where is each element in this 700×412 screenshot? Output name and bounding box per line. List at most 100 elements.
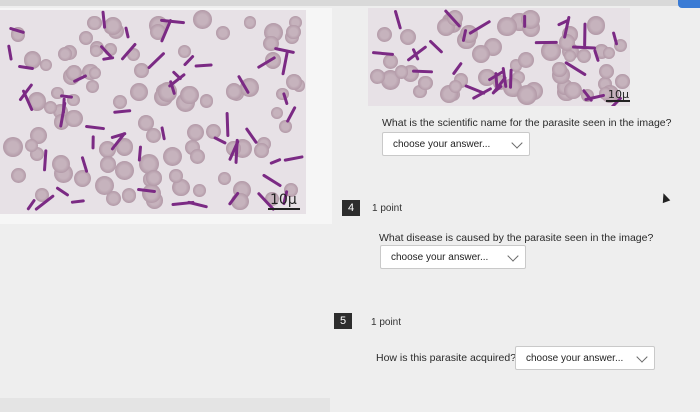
trypanosome-parasite xyxy=(508,68,513,88)
red-blood-cell xyxy=(254,143,269,158)
red-blood-cell xyxy=(394,65,409,79)
question-3-dropdown[interactable]: choose your answer... xyxy=(382,132,530,156)
trypanosome-parasite xyxy=(186,200,208,209)
trypanosome-parasite xyxy=(91,135,95,150)
red-blood-cell xyxy=(552,62,567,77)
red-blood-cell xyxy=(177,44,192,58)
question-4-dropdown[interactable]: choose your answer... xyxy=(380,245,526,269)
red-blood-cell xyxy=(189,148,206,165)
trypanosome-parasite xyxy=(285,105,297,123)
red-blood-cell xyxy=(285,73,302,90)
trypanosome-parasite xyxy=(225,111,230,137)
question-4-text: What disease is caused by the parasite s… xyxy=(379,232,654,244)
question-number-5: 5 xyxy=(334,313,352,329)
red-blood-cell xyxy=(169,169,183,183)
red-blood-cell xyxy=(65,109,83,128)
red-blood-cell xyxy=(193,10,212,29)
red-blood-cell xyxy=(218,171,231,185)
dropdown-value: choose your answer... xyxy=(391,251,489,263)
scale-label: 10μ xyxy=(270,192,297,208)
mouse-cursor-icon xyxy=(659,191,671,204)
red-blood-cell xyxy=(40,58,53,71)
trypanosome-parasite xyxy=(71,198,86,204)
trypanosome-parasite xyxy=(124,26,131,40)
blood-smear-image-right xyxy=(368,8,630,106)
red-blood-cell xyxy=(615,74,630,89)
trypanosome-parasite xyxy=(428,39,444,54)
trypanosome-parasite xyxy=(55,185,70,197)
trypanosome-parasite xyxy=(160,126,167,141)
accent-tab xyxy=(678,0,700,8)
red-blood-cell xyxy=(496,16,517,37)
red-blood-cell xyxy=(602,46,616,59)
trypanosome-parasite xyxy=(583,22,587,47)
red-blood-cell xyxy=(142,183,162,203)
red-blood-cell xyxy=(104,16,123,35)
trypanosome-parasite xyxy=(212,135,228,145)
red-blood-cell xyxy=(114,160,134,180)
trypanosome-parasite xyxy=(522,14,526,29)
red-blood-cell xyxy=(517,85,537,105)
trypanosome-parasite xyxy=(393,9,402,30)
red-blood-cell xyxy=(399,28,416,45)
top-bar xyxy=(0,0,700,6)
red-blood-cell xyxy=(598,64,615,80)
red-blood-cell xyxy=(88,66,101,79)
red-blood-cell xyxy=(113,94,128,109)
red-blood-cell xyxy=(43,101,57,115)
red-blood-cell xyxy=(57,46,73,62)
red-blood-cell xyxy=(146,170,162,186)
red-blood-cell xyxy=(518,51,535,68)
red-blood-cell xyxy=(564,81,582,99)
red-blood-cell xyxy=(418,75,433,91)
red-blood-cell xyxy=(370,68,386,84)
red-blood-cell xyxy=(193,184,206,198)
red-blood-cell xyxy=(472,44,491,63)
red-blood-cell xyxy=(225,83,243,100)
red-blood-cell xyxy=(163,146,183,166)
trypanosome-parasite xyxy=(281,51,290,76)
red-blood-cell xyxy=(10,168,26,184)
question-5-points: 1 point xyxy=(371,317,402,328)
question-4-points: 1 point xyxy=(372,203,403,214)
red-blood-cell xyxy=(180,85,200,105)
question-5-dropdown[interactable]: choose your answer... xyxy=(515,346,655,370)
chevron-down-icon xyxy=(511,137,523,149)
trypanosome-parasite xyxy=(284,155,305,163)
red-blood-cell xyxy=(271,106,284,120)
trypanosome-parasite xyxy=(7,44,13,61)
red-blood-cell xyxy=(199,94,214,108)
red-blood-cell xyxy=(130,83,149,102)
red-blood-cell xyxy=(187,123,205,142)
red-blood-cell xyxy=(87,15,102,31)
scale-bar xyxy=(606,100,630,102)
trypanosome-parasite xyxy=(147,51,166,70)
red-blood-cell xyxy=(216,26,231,41)
trypanosome-parasite xyxy=(59,94,73,99)
red-blood-cell xyxy=(376,27,392,43)
trypanosome-parasite xyxy=(84,124,105,131)
red-blood-cell xyxy=(86,80,100,94)
red-blood-cell xyxy=(286,24,301,40)
red-blood-cell xyxy=(133,63,149,78)
red-blood-cell xyxy=(73,169,92,188)
red-blood-cell xyxy=(24,138,38,152)
chevron-down-icon xyxy=(636,351,648,363)
trypanosome-parasite xyxy=(268,157,282,165)
trypanosome-parasite xyxy=(113,108,132,114)
dropdown-value: choose your answer... xyxy=(393,138,491,150)
trypanosome-parasite xyxy=(411,69,433,73)
red-blood-cell xyxy=(100,156,117,173)
scale-bar xyxy=(268,208,300,210)
red-blood-cell xyxy=(576,48,591,63)
red-blood-cell xyxy=(448,80,462,94)
trypanosome-parasite xyxy=(535,40,558,44)
red-blood-cell xyxy=(3,137,23,158)
question-5-text: How is this parasite acquired? xyxy=(376,352,517,364)
blood-smear-image-left xyxy=(0,10,306,214)
dropdown-value: choose your answer... xyxy=(526,352,624,364)
trypanosome-parasite xyxy=(371,50,394,56)
bottom-strip xyxy=(0,398,330,412)
red-blood-cell xyxy=(121,188,137,203)
question-number-4: 4 xyxy=(342,200,360,216)
